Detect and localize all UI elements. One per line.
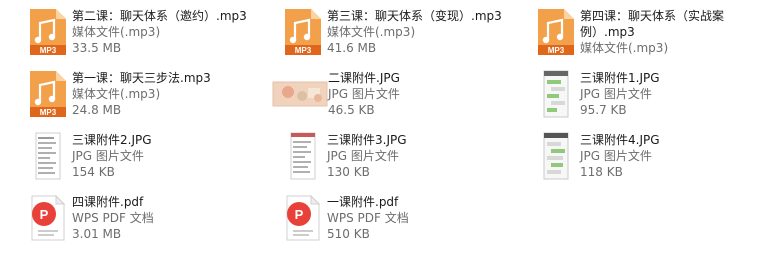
file-name: 一课附件.pdf [327,195,399,209]
jpg-thumbnail-icon [35,132,61,180]
file-type: JPG 图片文件 [580,87,652,101]
file-size: 41.6 MB [327,41,377,55]
file-item[interactable]: 二课附件.JPG JPG 图片文件 46.5 KB [272,70,502,130]
file-name: 第二课：聊天体系（邀约）.mp3 [72,9,247,23]
file-type: JPG 图片文件 [580,149,652,163]
file-item[interactable]: MP3 第四课：聊天体系（实战案例）.mp3 媒体文件(.mp3) [532,8,762,68]
file-type: JPG 图片文件 [328,87,400,101]
file-name: 三课附件2.JPG [72,133,152,147]
file-name: 三课附件3.JPG [327,133,407,147]
file-name: 二课附件.JPG [328,71,400,85]
file-size: 95.7 KB [580,103,627,117]
mp3-file-icon: MP3 [30,9,66,55]
jpg-thumbnail-icon [290,132,316,180]
file-item[interactable]: MP3 第二课：聊天体系（邀约）.mp3 媒体文件(.mp3) 33.5 MB [24,8,254,68]
svg-text:MP3: MP3 [40,46,57,55]
file-type: WPS PDF 文档 [327,211,409,225]
file-item[interactable]: P 一课附件.pdf WPS PDF 文档 510 KB [279,194,509,254]
file-size: 24.8 MB [72,103,122,117]
file-type: 媒体文件(.mp3) [327,25,416,39]
mp3-file-icon: MP3 [285,9,321,55]
file-item[interactable]: 三课附件1.JPG JPG 图片文件 95.7 KB [532,70,762,130]
file-type: 媒体文件(.mp3) [72,87,161,101]
mp3-file-icon: MP3 [30,71,66,117]
file-name: 三课附件1.JPG [580,71,660,85]
file-size: 118 KB [580,165,623,179]
file-size: 154 KB [72,165,115,179]
file-item[interactable]: 三课附件3.JPG JPG 图片文件 130 KB [279,132,509,192]
file-name: 三课附件4.JPG [580,133,660,147]
file-name: 四课附件.pdf [72,195,144,209]
file-type: JPG 图片文件 [72,149,144,163]
file-size: 130 KB [327,165,370,179]
file-type: WPS PDF 文档 [72,211,154,225]
file-size: 33.5 MB [72,41,122,55]
file-item[interactable]: 三课附件4.JPG JPG 图片文件 118 KB [532,132,762,192]
file-item[interactable]: MP3 第三课：聊天体系（变现）.mp3 媒体文件(.mp3) 41.6 MB [279,8,509,68]
svg-text:P: P [295,207,304,222]
file-size: 3.01 MB [72,227,122,241]
svg-text:MP3: MP3 [40,108,57,117]
file-type: JPG 图片文件 [327,149,399,163]
svg-text:MP3: MP3 [295,46,312,55]
file-item[interactable]: 三课附件2.JPG JPG 图片文件 154 KB [24,132,254,192]
wps-pdf-icon: P [286,194,321,241]
wps-pdf-icon: P [31,194,66,241]
svg-text:P: P [40,207,49,222]
file-item[interactable]: P 四课附件.pdf WPS PDF 文档 3.01 MB [24,194,254,254]
file-name: 第三课：聊天体系（变现）.mp3 [327,9,502,23]
mp3-file-icon: MP3 [538,9,574,55]
jpg-thumbnail-icon [543,70,569,118]
file-type: 媒体文件(.mp3) [72,25,161,39]
jpg-thumbnail-icon [543,132,569,180]
file-name: 第四课：聊天体系（实战案例）.mp3 [580,9,725,39]
file-size: 510 KB [327,227,370,241]
svg-text:MP3: MP3 [548,46,565,55]
file-item[interactable]: MP3 第一课：聊天三步法.mp3 媒体文件(.mp3) 24.8 MB [24,70,254,130]
file-type: 媒体文件(.mp3) [580,41,669,55]
file-size: 46.5 KB [328,103,375,117]
jpg-thumbnail-icon [272,81,328,107]
file-name: 第一课：聊天三步法.mp3 [72,71,211,85]
